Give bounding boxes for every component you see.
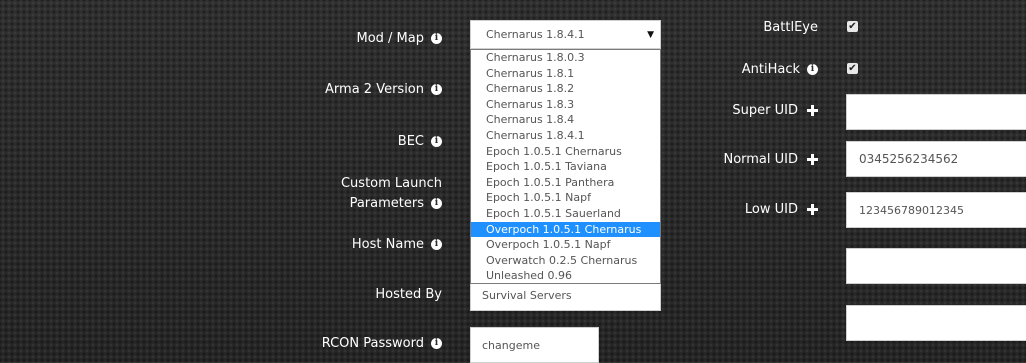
normal-uid-input[interactable]: 0345256234562 xyxy=(846,141,1026,177)
low-uid-label: Low UID xyxy=(745,200,818,218)
bec-label-text: BEC xyxy=(397,133,424,149)
dropdown-option[interactable]: Overpoch 1.0.5.1 Napf xyxy=(471,237,660,253)
extra-uid-input-2[interactable] xyxy=(846,305,1026,341)
super-uid-input[interactable] xyxy=(846,94,1026,130)
arma2-version-label-text: Arma 2 Version xyxy=(325,81,424,97)
battleye-checkbox[interactable]: ✔ xyxy=(847,21,858,32)
host-name-label-text: Host Name xyxy=(351,236,424,252)
extra-uid-input-1[interactable] xyxy=(846,248,1026,284)
antihack-label-text: AntiHack xyxy=(741,61,800,77)
dropdown-option[interactable]: Chernarus 1.8.3 xyxy=(471,97,660,113)
battleye-label: BattlEye xyxy=(763,18,818,36)
custom-launch-label-text-2: Parameters xyxy=(349,195,424,211)
arma2-version-label: Arma 2 Version i xyxy=(325,80,442,98)
antihack-checkbox[interactable]: ✔ xyxy=(847,63,858,74)
mod-map-selected-value: Chernarus 1.8.4.1 xyxy=(486,28,585,41)
hosted-by-label: Hosted By xyxy=(375,285,442,303)
dropdown-option[interactable]: Chernarus 1.8.2 xyxy=(471,81,660,97)
normal-uid-label: Normal UID xyxy=(723,150,818,168)
custom-launch-label-line2: Parameters i xyxy=(350,194,442,212)
plus-icon[interactable] xyxy=(807,153,818,165)
mod-map-dropdown-list[interactable]: Chernarus 1.8.0.3 Chernarus 1.8.1 Cherna… xyxy=(470,49,661,284)
hosted-by-label-text: Hosted By xyxy=(375,286,442,302)
bec-label: BEC i xyxy=(398,132,442,150)
dropdown-option-highlighted[interactable]: Overpoch 1.0.5.1 Chernarus xyxy=(471,221,660,238)
custom-launch-label-line1: Custom Launch xyxy=(341,174,442,192)
mod-map-label: Mod / Map i xyxy=(356,29,442,47)
info-icon[interactable]: i xyxy=(431,135,442,147)
dropdown-option[interactable]: Epoch 1.0.5.1 Chernarus xyxy=(471,144,660,160)
info-icon[interactable]: i xyxy=(807,63,818,75)
info-icon[interactable]: i xyxy=(431,83,442,95)
info-icon[interactable]: i xyxy=(431,32,442,44)
plus-icon[interactable] xyxy=(807,104,818,116)
dropdown-option[interactable]: Epoch 1.0.5.1 Taviana xyxy=(471,159,660,175)
hosted-by-field[interactable]: Survival Servers xyxy=(470,280,661,311)
rcon-password-value: changeme xyxy=(482,338,540,352)
battleye-label-text: BattlEye xyxy=(763,19,818,35)
dropdown-option[interactable]: Epoch 1.0.5.1 Sauerland xyxy=(471,206,660,222)
dropdown-option[interactable]: Chernarus 1.8.4 xyxy=(471,112,660,128)
normal-uid-value: 0345256234562 xyxy=(859,152,959,166)
mod-map-label-text: Mod / Map xyxy=(356,30,424,46)
info-icon[interactable]: i xyxy=(431,197,442,209)
info-icon[interactable]: i xyxy=(431,238,442,250)
rcon-password-input[interactable]: changeme xyxy=(470,327,599,363)
dropdown-option[interactable]: Unleashed 0.96 xyxy=(471,268,660,284)
custom-launch-label-text-1: Custom Launch xyxy=(340,175,442,191)
dropdown-option[interactable]: Epoch 1.0.5.1 Panthera xyxy=(471,175,660,191)
dropdown-option[interactable]: Chernarus 1.8.1 xyxy=(471,66,660,82)
caret-down-icon[interactable]: ▼ xyxy=(647,30,654,40)
hosted-by-value: Survival Servers xyxy=(482,289,572,302)
host-name-label: Host Name i xyxy=(352,235,442,253)
rcon-password-label: RCON Password i xyxy=(322,334,442,352)
low-uid-input[interactable]: 123456789012345 xyxy=(846,192,1026,228)
super-uid-label-text: Super UID xyxy=(732,102,798,118)
normal-uid-label-text: Normal UID xyxy=(723,151,798,167)
antihack-label: AntiHack i xyxy=(742,60,818,78)
plus-icon[interactable] xyxy=(807,203,818,215)
low-uid-value: 123456789012345 xyxy=(859,203,964,217)
super-uid-label: Super UID xyxy=(732,101,818,119)
dropdown-option[interactable]: Chernarus 1.8.4.1 xyxy=(471,128,660,144)
info-icon[interactable]: i xyxy=(431,337,442,349)
rcon-password-label-text: RCON Password xyxy=(321,335,424,351)
dropdown-option[interactable]: Epoch 1.0.5.1 Napf xyxy=(471,190,660,206)
dropdown-option[interactable]: Chernarus 1.8.0.3 xyxy=(471,50,660,66)
mod-map-select[interactable]: Chernarus 1.8.4.1 ▼ xyxy=(470,20,661,49)
dropdown-option[interactable]: Overwatch 0.2.5 Chernarus xyxy=(471,253,660,269)
low-uid-label-text: Low UID xyxy=(744,201,798,217)
